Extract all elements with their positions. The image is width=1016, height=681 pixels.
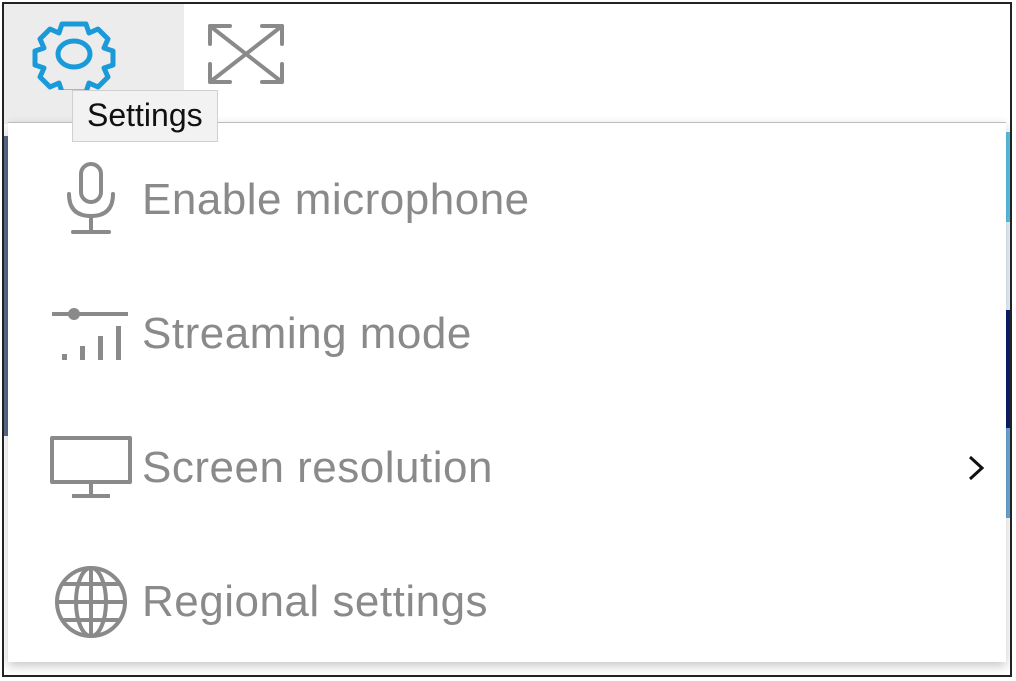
chevron-right-icon [966,453,986,483]
globe-icon [48,557,134,647]
menu-item-regional-settings[interactable]: Regional settings [8,535,1006,669]
fullscreen-expand-icon [204,24,288,86]
menu-item-label: Screen resolution [142,443,493,492]
settings-tooltip: Settings [72,90,218,142]
microphone-icon [48,155,134,245]
menu-item-streaming-mode[interactable]: Streaming mode [8,267,1006,401]
menu-item-label: Streaming mode [142,309,472,358]
menu-item-screen-resolution[interactable]: Screen resolution [8,401,1006,535]
gear-icon [32,21,119,90]
menu-item-label: Regional settings [142,577,489,626]
settings-menu: Enable microphone Streaming mode Screen … [8,122,1006,662]
menu-item-enable-microphone[interactable]: Enable microphone [8,133,1006,267]
monitor-icon [48,423,134,513]
window-frame: Settings Enable microphone Streaming mod… [2,2,1012,677]
signal-slider-icon [48,289,134,379]
menu-item-label: Enable microphone [142,175,530,224]
